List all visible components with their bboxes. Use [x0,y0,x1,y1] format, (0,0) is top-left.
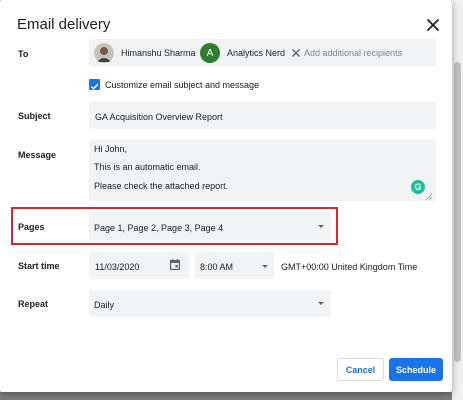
chevron-down-icon [318,302,324,305]
to-label: To [18,49,29,59]
dialog-title: Email delivery [17,16,111,33]
customize-label: Customize email subject and message [105,80,260,90]
start-time-label: Start time [18,261,60,271]
scrollbar-thumb[interactable] [454,62,461,362]
customize-checkbox[interactable] [89,79,100,90]
grammarly-icon[interactable]: G [411,180,425,194]
remove-recipient-icon[interactable] [291,48,301,58]
message-line: This is an automatic email. [94,162,201,172]
repeat-select[interactable] [89,290,331,317]
pages-label: Pages [18,222,45,232]
avatar: A [200,43,220,63]
recipient-chip-himanshu[interactable]: Himanshu Sharma [94,43,196,63]
recipient-name: Himanshu Sharma [121,48,196,58]
cancel-button[interactable]: Cancel [337,358,384,381]
subject-value: GA Acquisition Overview Report [95,112,223,122]
add-recipients-input[interactable]: Add additional recipients [304,48,402,58]
message-line: Hi John, [94,144,128,154]
recipient-chip-analytics-nerd[interactable]: A Analytics Nerd [200,43,301,63]
schedule-button[interactable]: Schedule [389,358,443,381]
chevron-down-icon [262,265,268,268]
pages-value: Page 1, Page 2, Page 3, Page 4 [94,223,224,233]
timezone-text: GMT+00:00 United Kingdom Time [281,262,418,272]
repeat-value: Daily [94,300,115,310]
recipient-name: Analytics Nerd [227,48,286,58]
time-value: 8:00 AM [200,262,234,272]
date-value: 11/03/2020 [95,262,140,272]
background-report-strip [0,392,452,400]
page-scrollbar[interactable] [452,0,463,400]
message-label: Message [18,150,57,160]
resize-handle-icon[interactable] [426,194,432,200]
avatar [94,43,114,63]
message-line: Please check the attached report. [94,181,229,191]
check-icon [90,83,99,90]
repeat-label: Repeat [18,299,49,309]
email-delivery-dialog: Email delivery To Himanshu Sharma A Anal… [0,0,452,392]
calendar-icon[interactable] [170,259,180,270]
close-icon[interactable] [424,16,442,34]
subject-label: Subject [18,111,51,121]
chevron-down-icon [318,225,324,228]
